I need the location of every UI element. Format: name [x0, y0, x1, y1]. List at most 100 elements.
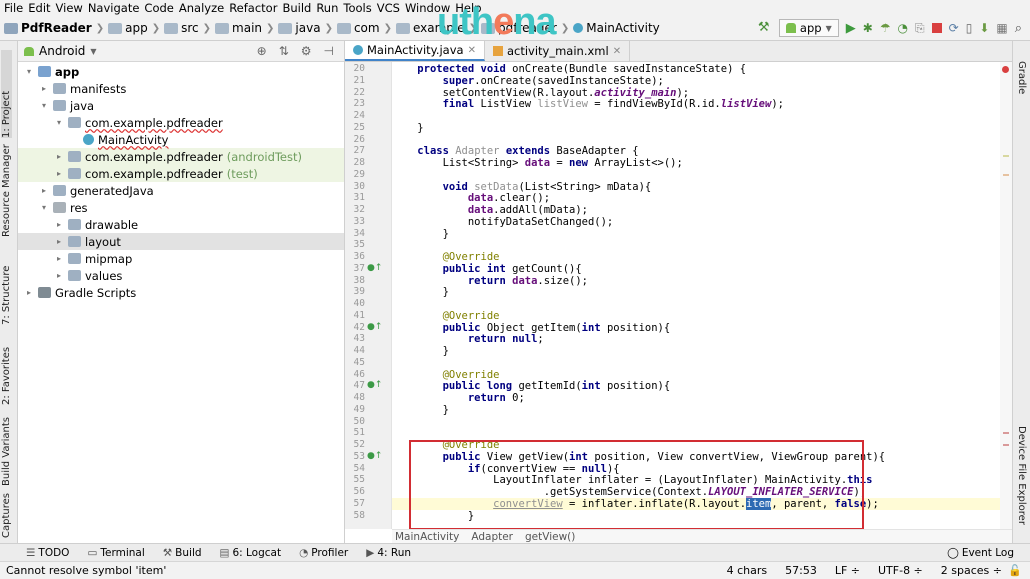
- chevron-right-icon[interactable]: ▸: [39, 84, 49, 93]
- chevron-down-icon[interactable]: ▾: [39, 101, 49, 110]
- profile-icon[interactable]: ◔: [898, 21, 908, 35]
- avd-manager-icon[interactable]: ▯: [966, 21, 973, 35]
- chevron-right-icon[interactable]: ▸: [54, 152, 64, 161]
- tree-item[interactable]: ▾ app: [18, 63, 344, 80]
- bottom-tool-build[interactable]: ⚒ Build: [163, 547, 202, 559]
- tab-activity-main[interactable]: activity_main.xml ✕: [485, 41, 631, 61]
- chevron-right-icon: ❯: [95, 22, 105, 34]
- menu-view[interactable]: View: [56, 1, 88, 15]
- nav-crumb[interactable]: java ❯: [278, 21, 333, 35]
- line-number: 31: [353, 192, 365, 204]
- chevron-right-icon[interactable]: ▸: [54, 220, 64, 229]
- event-log-button[interactable]: ◯ Event Log: [947, 547, 1030, 559]
- tree-item[interactable]: ▾ res: [18, 199, 344, 216]
- chevron-right-icon[interactable]: ▸: [24, 288, 34, 297]
- right-tab[interactable]: Gradle: [1016, 61, 1027, 94]
- menu-build[interactable]: Build: [282, 1, 316, 15]
- tree-item[interactable]: ▸ layout: [18, 233, 344, 250]
- chevron-right-icon[interactable]: ▸: [54, 169, 64, 178]
- code-breadcrumb-item[interactable]: getView(): [525, 531, 575, 543]
- menu-run[interactable]: Run: [316, 1, 343, 15]
- bottom-tool-profiler[interactable]: ◔ Profiler: [299, 547, 348, 559]
- tree-item[interactable]: ▸ manifests: [18, 80, 344, 97]
- chevron-down-icon[interactable]: ▼: [90, 47, 96, 56]
- tree-item[interactable]: ▸ com.example.pdfreader (androidTest): [18, 148, 344, 165]
- chevron-right-icon[interactable]: ▸: [54, 254, 64, 263]
- tree-item[interactable]: ▾ com.example.pdfreader: [18, 114, 344, 131]
- bottom-tool-6-logcat[interactable]: ▤ 6: Logcat: [220, 547, 282, 559]
- run-config-select[interactable]: app ▼: [778, 19, 839, 37]
- gear-icon[interactable]: ⚙: [301, 44, 312, 58]
- chevron-right-icon[interactable]: ▸: [54, 271, 64, 280]
- code-line: }: [392, 286, 449, 299]
- menu-edit[interactable]: Edit: [28, 1, 55, 15]
- bottom-tool-4-run[interactable]: ▶ 4: Run: [366, 547, 411, 559]
- tree-item[interactable]: ▾ java: [18, 97, 344, 114]
- override-icon[interactable]: ●↑: [367, 380, 382, 390]
- menu-navigate[interactable]: Navigate: [88, 1, 145, 15]
- menu-vcs[interactable]: VCS: [377, 1, 405, 15]
- left-tab[interactable]: 7: Structure: [1, 243, 12, 325]
- nav-crumb[interactable]: app ❯: [108, 21, 160, 35]
- tree-item[interactable]: MainActivity: [18, 131, 344, 148]
- chevron-right-icon[interactable]: ▸: [39, 186, 49, 195]
- left-tab[interactable]: Resource Manager: [1, 125, 12, 237]
- caret-position[interactable]: 57:53: [785, 564, 817, 577]
- left-tab[interactable]: Captures: [1, 493, 12, 538]
- chevron-down-icon[interactable]: ▾: [39, 203, 49, 212]
- lock-icon[interactable]: 🔓: [1008, 564, 1022, 577]
- project-view-select[interactable]: Android: [39, 44, 85, 58]
- selection-chars: 4 chars: [726, 564, 768, 577]
- file-encoding[interactable]: UTF-8 ÷: [878, 564, 923, 577]
- left-tab[interactable]: Build Variants: [1, 410, 12, 486]
- menu-analyze[interactable]: Analyze: [179, 1, 229, 15]
- sdk-manager-icon[interactable]: ⬇: [979, 21, 989, 35]
- override-icon[interactable]: ●↑: [367, 451, 382, 461]
- collapse-icon[interactable]: ⇅: [279, 44, 289, 58]
- line-separator[interactable]: LF ÷: [835, 564, 860, 577]
- nav-crumb[interactable]: PdfReader ❯: [4, 21, 104, 35]
- search-icon[interactable]: ⌕: [1015, 21, 1022, 36]
- menu-refactor[interactable]: Refactor: [229, 1, 282, 15]
- tree-item[interactable]: ▸ generatedJava: [18, 182, 344, 199]
- attach-icon[interactable]: ⎘: [915, 21, 925, 36]
- nav-crumb[interactable]: src ❯: [164, 21, 211, 35]
- menu-code[interactable]: Code: [144, 1, 178, 15]
- debug-icon[interactable]: ✱: [863, 21, 873, 35]
- coverage-icon[interactable]: ☂: [880, 21, 891, 35]
- chevron-right-icon: ❯: [266, 22, 275, 34]
- hammer-icon[interactable]: ⚒: [758, 21, 772, 35]
- nav-crumb[interactable]: main ❯: [215, 21, 274, 35]
- bottom-tool-todo[interactable]: ☰ TODO: [26, 547, 69, 559]
- tree-item[interactable]: ▸ Gradle Scripts: [18, 284, 344, 301]
- res-icon: [53, 202, 66, 213]
- override-icon[interactable]: ●↑: [367, 322, 382, 332]
- stop-icon[interactable]: [931, 23, 942, 33]
- code-breadcrumb-item[interactable]: Adapter: [471, 531, 513, 543]
- sync-icon[interactable]: ⟳: [949, 21, 959, 35]
- run-icon[interactable]: ▶: [846, 21, 856, 36]
- locate-icon[interactable]: ⊕: [257, 44, 267, 58]
- tree-item[interactable]: ▸ drawable: [18, 216, 344, 233]
- indent-setting[interactable]: 2 spaces ÷: [941, 564, 1002, 577]
- chevron-down-icon[interactable]: ▾: [24, 67, 34, 76]
- tab-mainactivity[interactable]: MainActivity.java ✕: [345, 41, 485, 61]
- code-breadcrumb-item[interactable]: MainActivity: [395, 531, 459, 543]
- tree-item[interactable]: ▸ values: [18, 267, 344, 284]
- nav-crumb[interactable]: com ❯: [336, 21, 392, 35]
- menu-file[interactable]: File: [4, 1, 28, 15]
- close-icon[interactable]: ✕: [613, 46, 621, 57]
- chevron-right-icon[interactable]: ▸: [54, 237, 64, 246]
- right-tab[interactable]: Device File Explorer: [1016, 426, 1027, 525]
- tree-item[interactable]: ▸ mipmap: [18, 250, 344, 267]
- override-icon[interactable]: ●↑: [367, 263, 382, 273]
- hide-icon[interactable]: ⊣: [324, 44, 334, 58]
- left-tab[interactable]: 2: Favorites: [1, 325, 12, 405]
- menu-tools[interactable]: Tools: [343, 1, 376, 15]
- layout-inspector-icon[interactable]: ▦: [996, 21, 1007, 35]
- bottom-tool-terminal[interactable]: ▭ Terminal: [87, 547, 144, 559]
- close-icon[interactable]: ✕: [468, 45, 476, 56]
- nav-crumb[interactable]: MainActivity: [573, 21, 660, 35]
- chevron-down-icon[interactable]: ▾: [54, 118, 64, 127]
- tree-item[interactable]: ▸ com.example.pdfreader (test): [18, 165, 344, 182]
